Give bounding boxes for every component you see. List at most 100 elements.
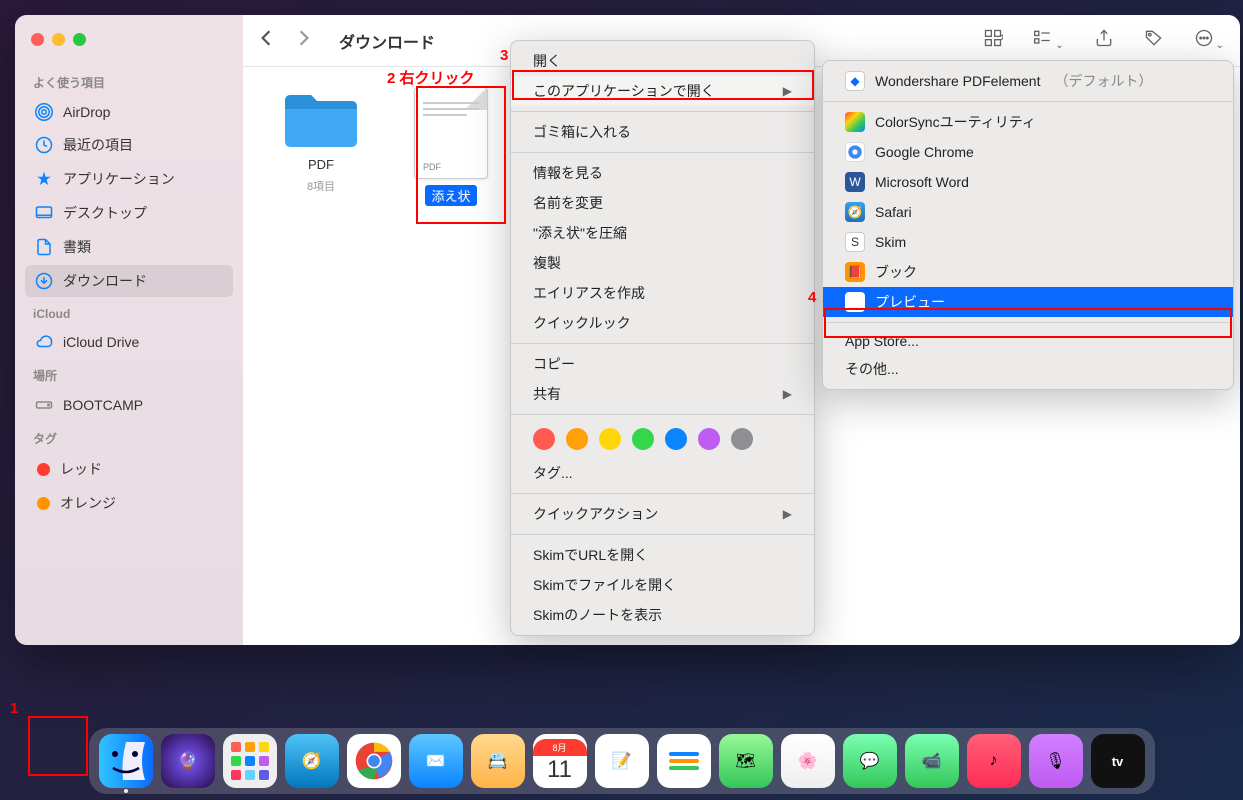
tag-color-circle[interactable] [632, 428, 654, 450]
download-icon [35, 272, 53, 290]
app-item-preview[interactable]: 🖼 プレビュー [823, 287, 1233, 317]
group-button[interactable]: ⌄ [1033, 28, 1063, 53]
app-item-skim[interactable]: S Skim [823, 227, 1233, 257]
tag-color-circle[interactable] [731, 428, 753, 450]
colorsync-icon [845, 112, 865, 132]
menu-item-get-info[interactable]: 情報を見る [511, 158, 814, 188]
menu-item-share[interactable]: 共有▶ [511, 379, 814, 409]
sidebar-item-label: AirDrop [63, 104, 110, 120]
close-button[interactable] [31, 33, 44, 46]
dock-reminders[interactable] [657, 734, 711, 788]
sidebar-item-bootcamp[interactable]: BOOTCAMP [25, 390, 233, 420]
file-item-pdf[interactable]: 添え状 [401, 87, 501, 206]
tag-dot-orange-icon [37, 497, 50, 510]
menu-item-copy[interactable]: コピー [511, 349, 814, 379]
dock-launchpad[interactable] [223, 734, 277, 788]
dock-chrome[interactable] [347, 734, 401, 788]
traffic-lights [25, 27, 233, 64]
sidebar-item-label: BOOTCAMP [63, 397, 143, 413]
dock-finder[interactable] [99, 734, 153, 788]
tag-color-circle[interactable] [566, 428, 588, 450]
sidebar-item-recents[interactable]: 最近の項目 [25, 129, 233, 161]
menu-item-quick-actions[interactable]: クイックアクション▶ [511, 499, 814, 529]
tag-color-circle[interactable] [698, 428, 720, 450]
menu-item-open[interactable]: 開く [511, 46, 814, 76]
file-subtitle: 8項目 [307, 178, 335, 194]
chrome-icon [845, 142, 865, 162]
dock-siri[interactable]: 🔮 [161, 734, 215, 788]
more-button[interactable]: ⌄ [1194, 28, 1224, 53]
dock-podcasts[interactable]: 🎙 [1029, 734, 1083, 788]
dock-music[interactable]: ♪ [967, 734, 1021, 788]
tag-color-circle[interactable] [665, 428, 687, 450]
minimize-button[interactable] [52, 33, 65, 46]
menu-item-rename[interactable]: 名前を変更 [511, 188, 814, 218]
app-item-appstore[interactable]: App Store... [823, 328, 1233, 354]
forward-button[interactable] [297, 29, 311, 52]
sidebar-item-desktop[interactable]: デスクトップ [25, 197, 233, 229]
dock-contacts[interactable]: 📇 [471, 734, 525, 788]
menu-separator [511, 414, 814, 415]
app-item-other[interactable]: その他... [823, 354, 1233, 384]
app-item-word[interactable]: W Microsoft Word [823, 167, 1233, 197]
sidebar-item-label: オレンジ [60, 493, 116, 513]
document-icon [35, 238, 53, 256]
cloud-icon [35, 333, 53, 351]
menu-item-quicklook[interactable]: クイックルック [511, 308, 814, 338]
menu-item-skim-file[interactable]: Skimでファイルを開く [511, 570, 814, 600]
sidebar-item-documents[interactable]: 書類 [25, 231, 233, 263]
sidebar-heading-icloud: iCloud [25, 299, 233, 325]
menu-item-duplicate[interactable]: 複製 [511, 248, 814, 278]
sidebar-item-applications[interactable]: アプリケーション [25, 163, 233, 195]
app-item-books[interactable]: 📕 ブック [823, 257, 1233, 287]
menu-separator [511, 111, 814, 112]
dock-safari[interactable]: 🧭 [285, 734, 339, 788]
app-item-chrome[interactable]: Google Chrome [823, 137, 1233, 167]
preview-icon: 🖼 [845, 292, 865, 312]
annotation-1: 1 [10, 700, 18, 717]
menu-separator [823, 101, 1233, 102]
sidebar-heading-locations: 場所 [25, 359, 233, 388]
dock-photos[interactable]: 🌸 [781, 734, 835, 788]
back-button[interactable] [259, 29, 273, 52]
dock: 🔮 🧭 ✉️ 📇 8月11 📝 🗺 🌸 💬 📹 ♪ 🎙 tv [89, 728, 1155, 794]
dock-messages[interactable]: 💬 [843, 734, 897, 788]
menu-item-alias[interactable]: エイリアスを作成 [511, 278, 814, 308]
chevron-right-icon: ▶ [783, 387, 792, 401]
skim-icon: S [845, 232, 865, 252]
dock-maps[interactable]: 🗺 [719, 734, 773, 788]
share-button[interactable] [1094, 28, 1114, 53]
desktop-icon [35, 204, 53, 222]
menu-item-trash[interactable]: ゴミ箱に入れる [511, 117, 814, 147]
tag-color-circle[interactable] [599, 428, 621, 450]
dock-notes[interactable]: 📝 [595, 734, 649, 788]
sidebar-heading-tags: タグ [25, 422, 233, 451]
zoom-button[interactable] [73, 33, 86, 46]
sidebar-item-tag-red[interactable]: レッド [25, 453, 233, 485]
sidebar-item-icloud-drive[interactable]: iCloud Drive [25, 327, 233, 357]
app-item-pdfelement[interactable]: ◆ Wondershare PDFelement （デフォルト） [823, 66, 1233, 96]
sidebar-item-downloads[interactable]: ダウンロード [25, 265, 233, 297]
app-item-safari[interactable]: 🧭 Safari [823, 197, 1233, 227]
drive-icon [35, 396, 53, 414]
sidebar-item-tag-orange[interactable]: オレンジ [25, 487, 233, 519]
menu-item-open-with[interactable]: このアプリケーションで開く▶ [511, 76, 814, 106]
chevron-right-icon: ▶ [783, 507, 792, 521]
menu-item-skim-notes[interactable]: Skimのノートを表示 [511, 600, 814, 630]
dock-calendar[interactable]: 8月11 [533, 734, 587, 788]
view-icons-button[interactable] [983, 28, 1003, 53]
clock-icon [35, 136, 53, 154]
folder-item-pdf[interactable]: PDF 8項目 [271, 87, 371, 194]
dock-facetime[interactable]: 📹 [905, 734, 959, 788]
sidebar-item-label: 最近の項目 [63, 135, 133, 155]
tags-button[interactable] [1144, 28, 1164, 53]
app-item-colorsync[interactable]: ColorSyncユーティリティ [823, 107, 1233, 137]
menu-item-compress[interactable]: "添え状"を圧縮 [511, 218, 814, 248]
sidebar-heading-favorites: よく使う項目 [25, 66, 233, 95]
dock-tv[interactable]: tv [1091, 734, 1145, 788]
menu-item-tags[interactable]: タグ... [511, 458, 814, 488]
sidebar-item-airdrop[interactable]: AirDrop [25, 97, 233, 127]
tag-color-circle[interactable] [533, 428, 555, 450]
dock-mail[interactable]: ✉️ [409, 734, 463, 788]
menu-item-skim-url[interactable]: SkimでURLを開く [511, 540, 814, 570]
